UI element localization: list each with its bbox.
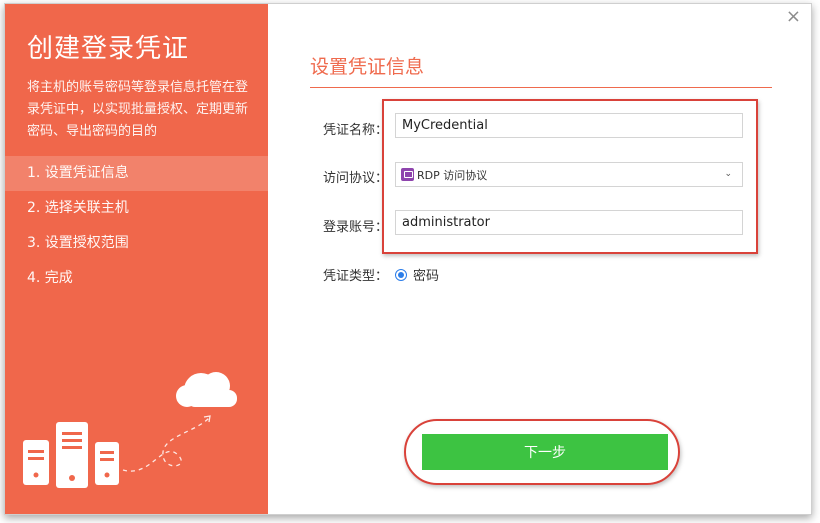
credential-type-option-label: 密码 (413, 269, 440, 284)
server-cloud-illustration-icon (23, 372, 237, 488)
wizard-steps: 1. 设置凭证信息 2. 选择关联主机 3. 设置授权范围 4. 完成 (5, 156, 268, 296)
credential-type-label: 凭证类型： (323, 269, 389, 284)
protocol-label: 访问协议： (323, 171, 389, 186)
title-divider (310, 87, 772, 88)
wizard-sidebar: 创建登录凭证 将主机的账号密码等登录信息托管在登录凭证中，以实现批量授权、定期更… (5, 4, 268, 514)
credential-name-label: 凭证名称： (323, 123, 389, 138)
rdp-icon (401, 168, 414, 181)
sidebar-description: 将主机的账号密码等登录信息托管在登录凭证中，以实现批量授权、定期更新密码、导出密… (27, 80, 249, 139)
create-credential-dialog: 创建登录凭证 将主机的账号密码等登录信息托管在登录凭证中，以实现批量授权、定期更… (4, 3, 812, 515)
login-account-label: 登录账号： (323, 220, 389, 235)
wizard-step-2: 2. 选择关联主机 (27, 200, 129, 216)
credential-name-input[interactable] (395, 113, 743, 138)
radio-selected-icon[interactable] (395, 268, 407, 281)
login-account-input[interactable] (395, 210, 743, 235)
page-title: 设置凭证信息 (310, 56, 425, 78)
wizard-step-4: 4. 完成 (27, 270, 73, 286)
protocol-select[interactable]: RDP 访问协议 ⌄ (395, 162, 743, 187)
next-step-button[interactable]: 下一步 (422, 434, 668, 470)
credential-type-password-option[interactable]: 密码 (395, 265, 439, 284)
close-icon[interactable]: × (786, 7, 801, 27)
cloud-icon (176, 372, 237, 407)
servers-icon (23, 422, 119, 488)
protocol-selected-value: RDP 访问协议 (417, 168, 488, 182)
wizard-step-1: 1. 设置凭证信息 (5, 156, 268, 191)
sidebar-title: 创建登录凭证 (27, 34, 190, 64)
wizard-step-3: 3. 设置授权范围 (27, 235, 129, 251)
chevron-down-icon: ⌄ (724, 169, 732, 179)
